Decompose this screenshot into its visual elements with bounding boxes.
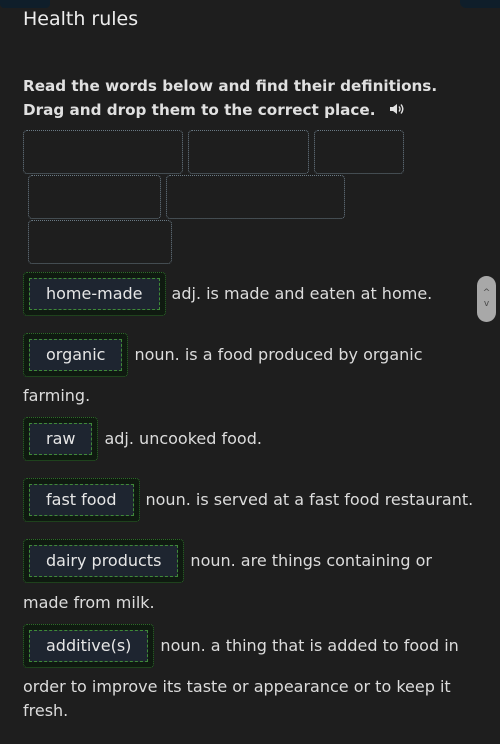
drop-zone-5[interactable]	[166, 175, 345, 219]
scroll-control[interactable]: ^ v	[477, 276, 496, 322]
word-tile-label: home-made	[29, 278, 160, 310]
definition-continuation: made from milk.	[23, 593, 155, 612]
word-tile[interactable]: home-made	[23, 272, 166, 316]
list-item: organic noun. is a food produced by organ…	[23, 333, 483, 377]
definition-continuation: farming.	[23, 386, 91, 405]
list-item: dairy products noun. are things containin…	[23, 539, 483, 583]
top-left-tab	[0, 0, 50, 8]
drop-zone-2[interactable]	[188, 130, 309, 174]
word-tile[interactable]: organic	[23, 333, 129, 377]
definition-text: noun. a thing that is added to food in	[160, 636, 459, 655]
word-tile[interactable]: additive(s)	[23, 624, 155, 668]
definition-text: noun. is served at a fast food restauran…	[145, 490, 474, 509]
top-right-tab	[460, 0, 500, 8]
instructions-line-2-text: Drag and drop them to the correct place.	[23, 101, 376, 119]
definition-text: noun. are things containing or	[190, 551, 432, 570]
list-item: raw adj. uncooked food.	[23, 417, 483, 461]
definition-continuation: order to improve its taste or appearance…	[23, 677, 451, 696]
word-tile[interactable]: fast food	[23, 478, 140, 522]
instructions-line-1: Read the words below and find their defi…	[23, 77, 438, 95]
word-tile-label: additive(s)	[29, 630, 149, 662]
word-tile-label: organic	[29, 339, 123, 371]
word-tile[interactable]: dairy products	[23, 539, 185, 583]
definition-text: adj. uncooked food.	[104, 429, 262, 448]
list-item: additive(s) noun. a thing that is added t…	[23, 624, 483, 668]
drop-zone-3[interactable]	[314, 130, 404, 174]
definition-text: adj. is made and eaten at home.	[171, 284, 433, 303]
list-item: home-made adj. is made and eaten at home.	[23, 272, 483, 316]
word-tile-label: fast food	[29, 484, 134, 516]
chevron-down-icon[interactable]: v	[484, 299, 489, 310]
drop-zone-4[interactable]	[28, 175, 161, 219]
list-item: fast food noun. is served at a fast food …	[23, 478, 483, 522]
drop-zone-1[interactable]	[23, 130, 183, 174]
word-tile-label: dairy products	[29, 545, 179, 577]
word-tile-label: raw	[29, 423, 93, 455]
speaker-icon[interactable]	[389, 99, 405, 123]
drop-zone-6[interactable]	[28, 220, 172, 264]
chevron-up-icon[interactable]: ^	[483, 288, 491, 299]
instructions-line-2: Drag and drop them to the correct place.	[23, 98, 483, 123]
page-title: Health rules	[23, 8, 139, 30]
definition-text: noun. is a food produced by organic	[134, 345, 423, 364]
word-tile[interactable]: raw	[23, 417, 99, 461]
instructions: Read the words below and find their defi…	[23, 74, 483, 123]
definition-continuation: fresh.	[23, 701, 69, 720]
